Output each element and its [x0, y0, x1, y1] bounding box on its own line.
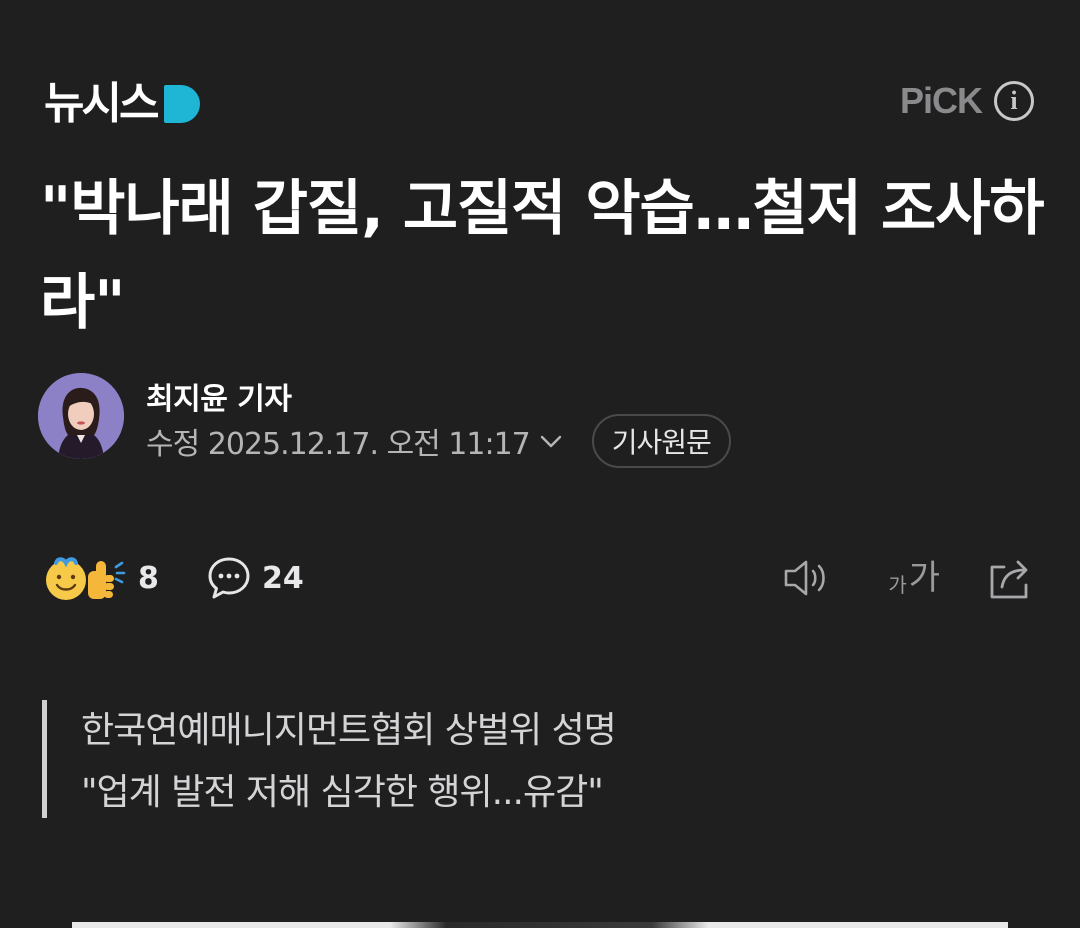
original-article-button[interactable]: 기사원문: [591, 414, 731, 468]
article-summary: 한국연예매니지먼트협회 상벌위 성명 "업계 발전 저해 심각한 행위...유감…: [42, 700, 942, 818]
font-size-big-glyph: 가: [908, 558, 940, 598]
reaction-emoji-icon: [46, 557, 126, 600]
article-headline: "박나래 갑질, 고질적 악습…철저 조사하라": [40, 174, 1045, 338]
pick-badge: PiCK i: [900, 80, 1034, 122]
speaker-icon[interactable]: [782, 556, 832, 600]
article-tools: 가 가: [782, 550, 1036, 606]
article-page: 뉴시스 PiCK i "박나래 갑질, 고질적 악습…철저 조사하라" 최지윤 …: [0, 0, 1080, 928]
author-name[interactable]: 최지윤 기자: [146, 374, 292, 418]
font-size-small-glyph: 가: [888, 573, 907, 597]
article-photo: [72, 922, 1008, 928]
info-icon[interactable]: i: [994, 81, 1034, 121]
header: 뉴시스 PiCK i: [44, 76, 1034, 128]
action-bar: 8 24 가 가: [44, 550, 1036, 606]
chevron-down-icon[interactable]: [538, 428, 564, 454]
comment-bubble-icon: [208, 557, 250, 599]
avatar-image: [38, 373, 124, 459]
author-avatar[interactable]: [38, 373, 124, 459]
pick-label: PiCK: [899, 80, 983, 121]
summary-line: 한국연예매니지먼트협회 상벌위 성명: [81, 710, 617, 751]
font-size-icon[interactable]: 가 가: [888, 558, 940, 598]
logo-mark-icon: [164, 85, 201, 123]
updated-timestamp: 수정 2025.12.17. 오전 11:17: [146, 427, 531, 462]
comment-button[interactable]: 24: [206, 550, 304, 606]
comment-count: 24: [262, 560, 304, 596]
share-icon[interactable]: [986, 555, 1036, 601]
reaction-count: 8: [138, 560, 159, 596]
newsis-logo[interactable]: 뉴시스: [44, 78, 201, 129]
logo-text: 뉴시스: [44, 78, 159, 129]
article-meta: 수정 2025.12.17. 오전 11:17 기사원문: [146, 414, 731, 468]
summary-line: "업계 발전 저해 심각한 행위...유감": [81, 772, 604, 813]
reaction-button[interactable]: 8: [44, 550, 159, 606]
